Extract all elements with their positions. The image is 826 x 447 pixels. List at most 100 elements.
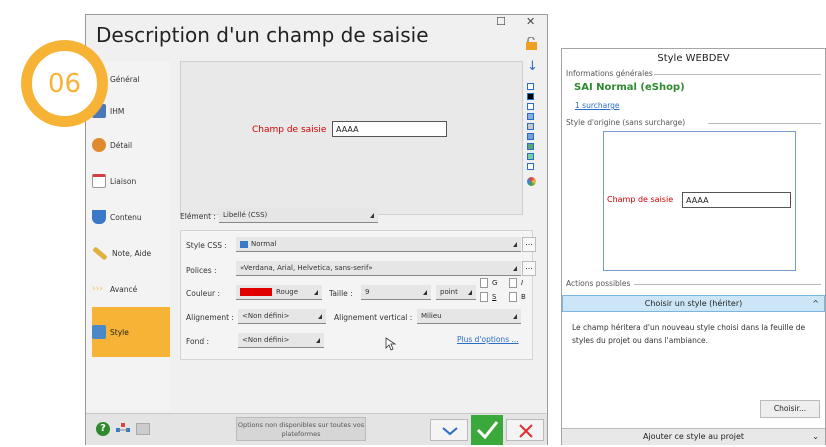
contenu-icon [92,210,106,224]
close-icon[interactable]: ✕ [526,15,535,28]
element-select[interactable]: Libellé (CSS) [219,208,378,223]
couleur-select[interactable]: Rouge [236,285,322,300]
chevron-up-icon[interactable]: ^ [812,296,819,311]
dialog-title: Description d'un champ de saisie [96,23,429,47]
polices-ellipsis-button[interactable]: ... [522,261,536,276]
color-swatch [240,288,272,296]
fond-label: Fond : [186,337,210,346]
style-css-select[interactable]: Normal [236,237,521,252]
add-style-label: Ajouter ce style au projet [642,432,745,441]
sidebar-item-label: Liaison [110,176,137,186]
taille-label: Taille : [329,289,353,298]
style-css-label: Style CSS : [186,241,227,250]
sidebar-item-style[interactable]: Style [92,307,170,357]
sidebar-item-note[interactable]: Note, Aide [92,235,170,271]
alignement-select[interactable]: <Non défini> [238,309,326,324]
info-section-label: Informations générales [566,69,653,78]
swatch-icon[interactable] [527,133,534,140]
strike-checkbox[interactable] [509,292,517,302]
bold-checkbox[interactable] [480,278,488,288]
alignement-value: <Non défini> [242,312,290,320]
plus-options-link[interactable]: Plus d'options ... [457,335,519,344]
palette-icon[interactable] [527,177,536,186]
alignement-vertical-value: Milieu [421,312,442,320]
swatch-icon[interactable] [527,103,534,110]
origin-field-input[interactable]: AAAA [682,192,791,208]
help-icon[interactable]: ? [96,422,110,436]
description-dialog: Description d'un champ de saisie ☐ ✕ Gén… [85,14,548,445]
mouse-cursor-icon [385,337,397,351]
validate-button[interactable] [471,415,503,445]
swatch-icon[interactable] [527,113,534,120]
field-preview: Champ de saisie AAAA [180,61,523,215]
dialog-bottom-bar: ? Options non disponibles sur toutes vos… [86,413,547,445]
alignement-vertical-select[interactable]: Milieu [417,309,521,324]
section-divider [654,74,821,75]
taille-unit: point [440,288,458,296]
swatch-icon[interactable] [527,93,534,100]
swatch-icon[interactable] [527,153,534,160]
style-css-value: Normal [251,240,277,248]
step-badge: 06 [21,40,108,127]
element-value: Libellé (CSS) [223,211,268,219]
taille-select[interactable]: 9 [361,285,431,300]
network-icon[interactable] [116,423,130,435]
underline-button-label: S [492,293,497,301]
couleur-label: Couleur : [186,289,221,298]
section-divider [634,284,821,285]
style-icon [92,325,106,339]
actions-section-label: Actions possibles [566,279,631,288]
fond-value: <Non défini> [242,336,290,344]
strike-button-label: B [521,293,526,301]
cancel-button[interactable] [506,419,544,441]
surcharge-link[interactable]: 1 surcharge [575,101,620,110]
sidebar-item-label: Avancé [110,284,138,294]
swatch-list [527,83,535,173]
chevron-down-icon[interactable]: ⌄ [812,429,819,445]
swatch-icon[interactable] [527,123,534,130]
sidebar-item-label: IHM [110,106,125,116]
sidebar-item-contenu[interactable]: Contenu [92,199,170,235]
taille-value: 9 [365,288,370,296]
preview-field-input[interactable]: AAAA [332,121,447,137]
style-webdev-panel: Style WEBDEV Informations générales SAI … [561,48,826,445]
panel-title: Style WEBDEV [657,53,730,64]
avance-icon: ››› [92,284,103,294]
bottom-note: Options non disponibles sur toutes vos p… [236,417,366,441]
sidebar-item-detail[interactable]: Détail [92,127,170,163]
arrow-down-icon[interactable]: ↓ [527,60,538,73]
couleur-value: Rouge [276,288,299,296]
polices-select[interactable]: «Verdana, Arial, Helvetica, sans-serif» [236,261,521,276]
style-css-ellipsis-button[interactable]: ... [522,237,536,252]
sidebar-item-label: Style [110,327,129,337]
grid-icon[interactable] [136,423,150,435]
italic-button-label: I [521,279,524,287]
origin-section-label: Style d'origine (sans surcharge) [566,118,686,127]
sidebar-item-liaison[interactable]: Liaison [92,163,170,199]
note-icon [92,245,108,261]
action-label: Choisir un style (hériter) [644,299,743,308]
step-number: 06 [29,48,100,119]
action-choose-style[interactable]: Choisir un style (hériter) ^ [562,295,825,312]
sidebar-item-label: Détail [110,140,133,150]
bold-button-label: G [492,279,498,287]
section-divider [708,123,821,124]
underline-checkbox[interactable] [480,292,488,302]
fond-select[interactable]: <Non défini> [238,333,324,348]
add-style-row[interactable]: Ajouter ce style au projet ⌄ [562,428,825,445]
alignement-vertical-label: Alignement vertical : [334,313,413,322]
origin-preview: Champ de saisie AAAA [603,131,796,271]
sidebar-item-avance[interactable]: ››› Avancé [92,271,170,307]
italic-checkbox[interactable] [509,278,517,288]
taille-unit-select[interactable]: point [436,285,476,300]
maximize-icon[interactable]: ☐ [496,15,506,28]
swatch-icon[interactable] [527,83,534,90]
swatch-icon[interactable] [527,163,534,170]
choose-button[interactable]: Choisir... [760,400,820,418]
lock-icon[interactable] [524,36,540,51]
sidebar-item-label: Général [110,74,140,84]
action-description: Le champ héritera d'un nouveau style cho… [572,323,806,345]
collapse-button[interactable] [430,419,468,441]
swatch-icon[interactable] [527,143,534,150]
polices-label: Polices : [186,266,217,275]
